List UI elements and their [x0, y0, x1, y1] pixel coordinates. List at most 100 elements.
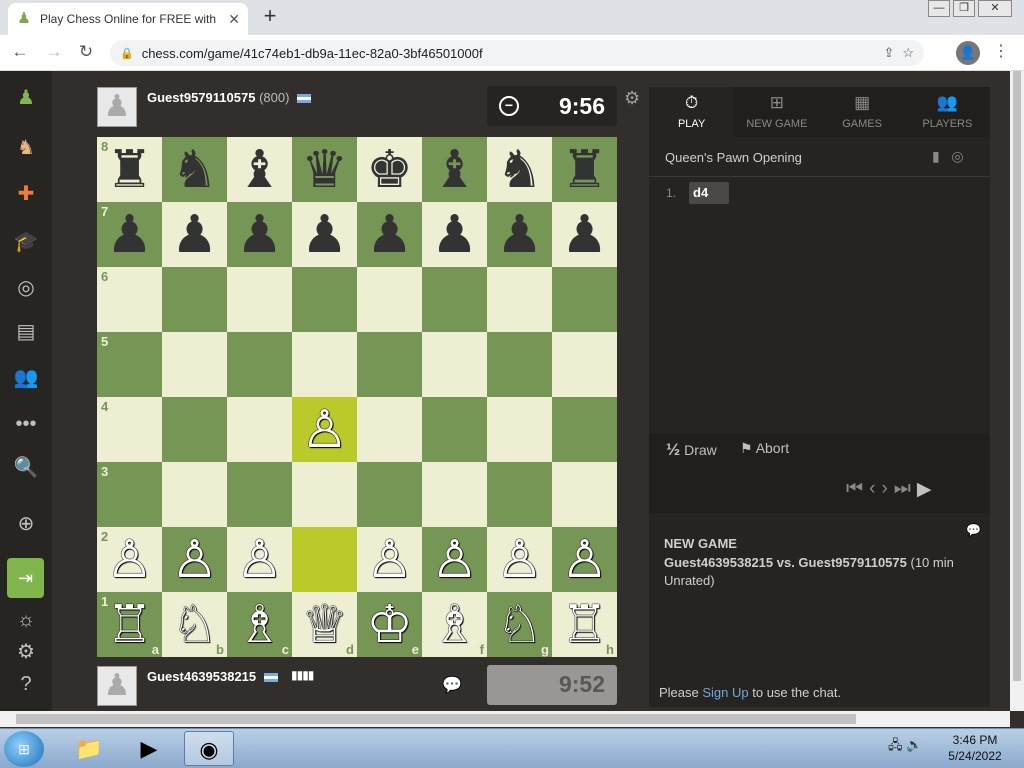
white-piece-h2[interactable]: ♙ — [561, 534, 608, 586]
pawn-logo-icon[interactable]: ♟ — [10, 82, 42, 114]
square-c8[interactable]: ♝ — [227, 137, 292, 202]
square-c4[interactable] — [227, 397, 292, 462]
square-e4[interactable] — [357, 397, 422, 462]
chat-settings-icon[interactable]: 💬 — [966, 523, 981, 537]
square-d7[interactable]: ♟ — [292, 202, 357, 267]
abort-button[interactable]: ⚑ Abort — [740, 440, 789, 457]
news-icon[interactable]: ▤ — [10, 316, 42, 348]
restore-button[interactable]: ❐ — [953, 0, 975, 17]
black-piece-b7[interactable]: ♟ — [171, 209, 218, 261]
square-f6[interactable] — [422, 267, 487, 332]
square-b3[interactable] — [162, 462, 227, 527]
media-player-icon[interactable]: ▶ — [124, 731, 174, 766]
new-tab-button[interactable]: + — [258, 5, 282, 29]
profile-avatar-icon[interactable]: 👤 — [956, 41, 980, 65]
top-player-name-row[interactable]: Guest9579110575 (800) — [147, 90, 312, 105]
bottom-player-avatar[interactable]: ♟ — [97, 666, 137, 706]
square-e2[interactable]: ♙ — [357, 527, 422, 592]
white-piece-g2[interactable]: ♙ — [496, 534, 543, 586]
square-h5[interactable] — [552, 332, 617, 397]
square-c3[interactable] — [227, 462, 292, 527]
square-b6[interactable] — [162, 267, 227, 332]
square-d1[interactable]: d ♕ — [292, 592, 357, 657]
forward-icon[interactable]: → — [42, 42, 66, 64]
square-b7[interactable]: ♟ — [162, 202, 227, 267]
square-h4[interactable] — [552, 397, 617, 462]
black-piece-e8[interactable]: ♚ — [366, 144, 413, 196]
white-piece-d1[interactable]: ♕ — [301, 599, 348, 651]
square-g7[interactable]: ♟ — [487, 202, 552, 267]
black-piece-e7[interactable]: ♟ — [366, 209, 413, 261]
square-c7[interactable]: ♟ — [227, 202, 292, 267]
opening-name[interactable]: Queen's Pawn Opening — [665, 150, 802, 165]
square-e1[interactable]: e ♔ — [357, 592, 422, 657]
black-piece-c8[interactable]: ♝ — [236, 144, 283, 196]
search-icon[interactable]: 🔍 — [10, 452, 42, 484]
top-player-avatar[interactable]: ♟ — [97, 87, 137, 127]
square-a1[interactable]: 1 a ♖ — [97, 592, 162, 657]
square-a7[interactable]: 7 ♟ — [97, 202, 162, 267]
tab-play[interactable]: ⏱ PLAY — [649, 87, 735, 137]
square-d4[interactable]: ♙ — [292, 397, 357, 462]
square-b8[interactable]: ♞ — [162, 137, 227, 202]
tab-games[interactable]: ▦ GAMES — [820, 87, 905, 137]
reload-icon[interactable]: ↻ — [74, 42, 98, 64]
white-piece-e2[interactable]: ♙ — [366, 534, 413, 586]
square-g4[interactable] — [487, 397, 552, 462]
board-settings-gear-icon[interactable]: ⚙ — [624, 88, 640, 109]
black-piece-b8[interactable]: ♞ — [171, 144, 218, 196]
bookmark-star-icon[interactable]: ☆ — [902, 45, 914, 61]
square-g8[interactable]: ♞ — [487, 137, 552, 202]
black-piece-c7[interactable]: ♟ — [236, 209, 283, 261]
black-piece-a8[interactable]: ♜ — [106, 144, 153, 196]
next-move-icon[interactable]: › — [881, 478, 887, 501]
black-piece-d8[interactable]: ♛ — [301, 144, 348, 196]
puzzles-icon[interactable]: ✚ — [10, 178, 42, 210]
taskbar-clock[interactable]: 3:46 PM 5/24/2022 — [940, 732, 1010, 764]
square-g2[interactable]: ♙ — [487, 527, 552, 592]
square-d5[interactable] — [292, 332, 357, 397]
square-a3[interactable]: 3 — [97, 462, 162, 527]
more-icon[interactable]: ••• — [10, 408, 42, 440]
file-explorer-icon[interactable]: 📁 — [64, 731, 114, 766]
bottom-player-name[interactable]: Guest4639538215 — [147, 669, 256, 684]
bottom-player-name-row[interactable]: Guest4639538215 — [147, 669, 278, 684]
square-g6[interactable] — [487, 267, 552, 332]
last-move-icon[interactable]: ⏭ — [894, 478, 911, 501]
square-h8[interactable]: ♜ — [552, 137, 617, 202]
square-d2[interactable] — [292, 527, 357, 592]
white-piece-f1[interactable]: ♗ — [431, 599, 478, 651]
square-a8[interactable]: 8 ♜ — [97, 137, 162, 202]
square-d8[interactable]: ♛ — [292, 137, 357, 202]
square-b5[interactable] — [162, 332, 227, 397]
first-move-icon[interactable]: ⏮ — [846, 478, 863, 501]
square-f2[interactable]: ♙ — [422, 527, 487, 592]
social-icon[interactable]: 👥 — [10, 362, 42, 394]
white-piece-f2[interactable]: ♙ — [431, 534, 478, 586]
white-piece-b2[interactable]: ♙ — [171, 534, 218, 586]
help-icon[interactable]: ? — [10, 668, 42, 700]
square-d6[interactable] — [292, 267, 357, 332]
chrome-icon[interactable]: ◉ — [184, 731, 234, 766]
white-piece-h1[interactable]: ♖ — [561, 599, 608, 651]
square-e5[interactable] — [357, 332, 422, 397]
login-icon[interactable]: ⇥ — [7, 558, 44, 598]
square-d3[interactable] — [292, 462, 357, 527]
white-piece-a2[interactable]: ♙ — [106, 534, 153, 586]
tab-new-game[interactable]: ⊞ NEW GAME — [734, 87, 819, 137]
black-piece-g8[interactable]: ♞ — [496, 144, 543, 196]
square-f7[interactable]: ♟ — [422, 202, 487, 267]
theme-icon[interactable]: ☼ — [10, 604, 42, 636]
chat-bubble-icon[interactable]: 💬 — [442, 675, 462, 695]
black-piece-g7[interactable]: ♟ — [496, 209, 543, 261]
book-icon[interactable]: ▮ — [932, 148, 940, 164]
square-h7[interactable]: ♟ — [552, 202, 617, 267]
prev-move-icon[interactable]: ‹ — [869, 478, 875, 501]
square-f1[interactable]: f ♗ — [422, 592, 487, 657]
chess-board[interactable]: 8 ♜ ♞ ♝ ♛ ♚ ♝ ♞ ♜ 7 ♟ ♟ ♟ ♟ ♟ ♟ ♟ ♟ 6 5 4 ♙ 3 2 ♙ ♙ ♙ ♙ ♙ ♙ ♙ 1 a ♖ b ♘ c ♗ d ♕… — [97, 137, 617, 657]
explore-compass-icon[interactable]: ◎ — [951, 148, 963, 164]
move-white[interactable]: d4 — [689, 182, 729, 204]
square-a2[interactable]: 2 ♙ — [97, 527, 162, 592]
horizontal-scrollbar[interactable] — [0, 711, 1010, 727]
square-h6[interactable] — [552, 267, 617, 332]
